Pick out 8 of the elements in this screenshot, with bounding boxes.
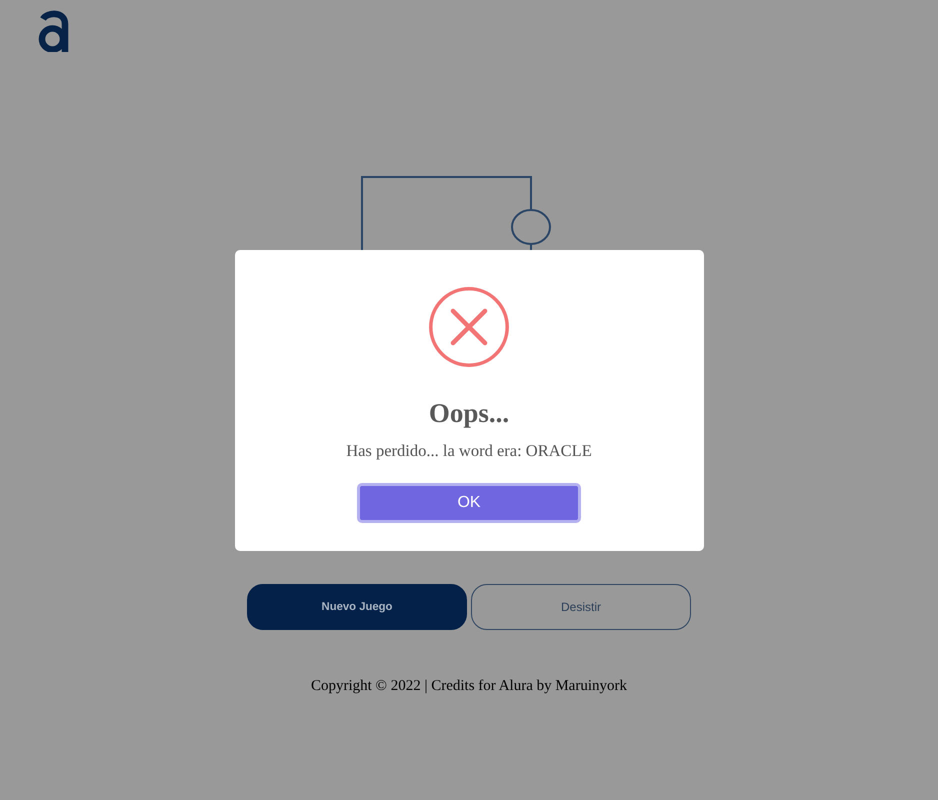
give-up-button[interactable]: Desistir	[471, 584, 691, 630]
ok-button[interactable]: OK	[357, 482, 581, 523]
new-game-button[interactable]: Nuevo Juego	[247, 584, 467, 630]
logo-icon	[38, 10, 69, 52]
error-icon	[429, 286, 509, 366]
dialog-title: Oops...	[428, 398, 510, 429]
copyright-text: Copyright © 2022 | Credits for Alura by Maruinyork	[310, 677, 628, 696]
dialog-message: Has perdido... la word era: ORACLE	[346, 440, 592, 462]
